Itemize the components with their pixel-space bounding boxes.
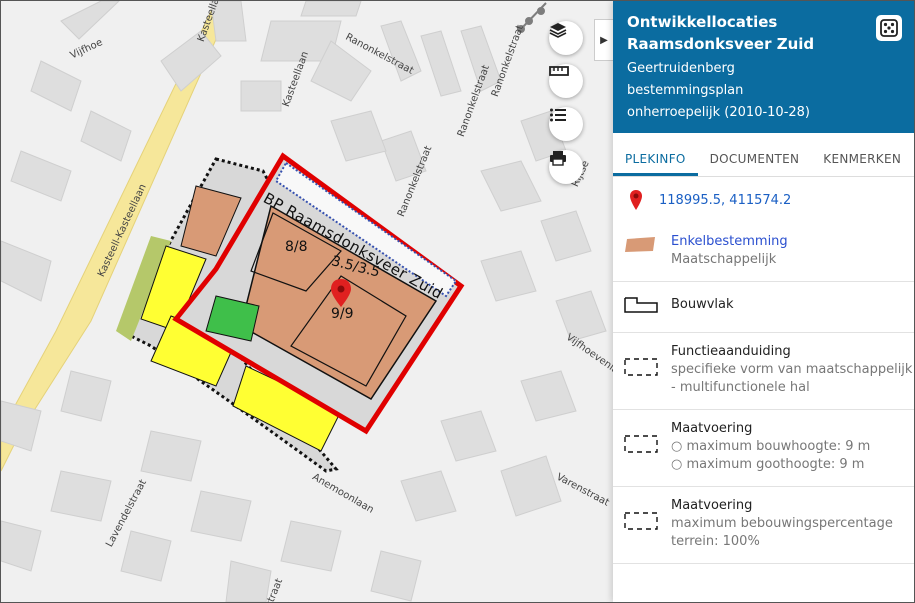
maatvoering-label: 8/8: [285, 239, 308, 255]
goothoogte-value: maximum goothoogte: 9 m: [686, 457, 865, 472]
legend-item-maatvoering-percentage[interactable]: Maatvoering maximum bebouwingspercentage …: [613, 487, 914, 564]
info-panel: Ontwikkellocaties Raamsdonksveer Zuid Ge…: [613, 1, 914, 602]
enkelbestemming-value: Maatschappelijk: [671, 252, 777, 267]
tab-kenmerken[interactable]: KENMERKEN: [811, 152, 913, 176]
print-icon: [550, 151, 566, 166]
layers-button[interactable]: [549, 21, 583, 55]
measure-button[interactable]: [549, 64, 583, 98]
bebouwingspercentage-value: maximum bebouwingspercentage terrein: 10…: [671, 516, 893, 549]
collapse-panel-button[interactable]: ▶: [594, 19, 613, 61]
municipality: Geertruidenberg: [627, 61, 735, 76]
legend-item-enkelbestemming[interactable]: Enkelbestemming Maatschappelijk: [613, 223, 914, 282]
maatvoering-title: Maatvoering: [671, 421, 753, 436]
dice-icon[interactable]: [876, 15, 902, 41]
panel-tabs: PLEKINFO DOCUMENTEN KENMERKEN: [613, 133, 914, 177]
legend-item-maatvoering-hoogte[interactable]: Maatvoering ○ maximum bouwhoogte: 9 m ○ ma…: [613, 410, 914, 487]
panel-header: Ontwikkellocaties Raamsdonksveer Zuid Ge…: [613, 1, 914, 133]
functieaanduiding-value: specifieke vorm van maatschappelijk - mu…: [671, 362, 913, 395]
maatvoering-label: 9/9: [331, 306, 354, 322]
plan-status: onherroepelijk (2010-10-28): [627, 105, 810, 120]
map-pin-icon: [630, 190, 642, 210]
legend-item-bouwvlak[interactable]: Bouwvlak: [613, 282, 914, 333]
layers-icon: [549, 23, 567, 38]
bouwhoogte-value: maximum bouwhoogte: 9 m: [686, 439, 871, 454]
tab-documenten[interactable]: DOCUMENTEN: [698, 152, 812, 176]
maatvoering-title: Maatvoering: [671, 498, 753, 513]
coordinates-row: 118995.5, 411574.2: [613, 177, 914, 223]
functieaanduiding-title: Functieaanduiding: [671, 344, 791, 359]
plan-type: bestemmingsplan: [627, 83, 744, 98]
print-button[interactable]: [549, 150, 583, 184]
tab-plekinfo[interactable]: PLEKINFO: [613, 152, 698, 176]
app-frame: Vijfhoe Kasteellaan Kasteellaan Ranonkel…: [0, 0, 915, 603]
map-view[interactable]: Vijfhoe Kasteellaan Kasteellaan Ranonkel…: [1, 1, 613, 602]
legend-item-functieaanduiding[interactable]: Functieaanduiding specifieke vorm van maa…: [613, 333, 914, 410]
bouwvlak-icon: [624, 297, 658, 313]
bouwvlak-title: Bouwvlak: [671, 297, 734, 312]
plan-title: Ontwikkellocaties Raamsdonksveer Zuid: [627, 13, 815, 53]
legend-list-icon: [550, 108, 566, 122]
ruler-icon: [549, 66, 569, 76]
enkelbestemming-title[interactable]: Enkelbestemming: [671, 233, 788, 251]
map-canvas[interactable]: [1, 1, 613, 602]
legend-button[interactable]: [549, 107, 583, 141]
dashed-box-icon: [624, 358, 658, 376]
dashed-box-icon: [624, 435, 658, 453]
dashed-box-icon: [624, 512, 658, 530]
chevron-right-icon: ▶: [600, 34, 608, 46]
coordinates-value: 118995.5, 411574.2: [659, 192, 792, 208]
fill-salmon-icon: [625, 237, 655, 252]
